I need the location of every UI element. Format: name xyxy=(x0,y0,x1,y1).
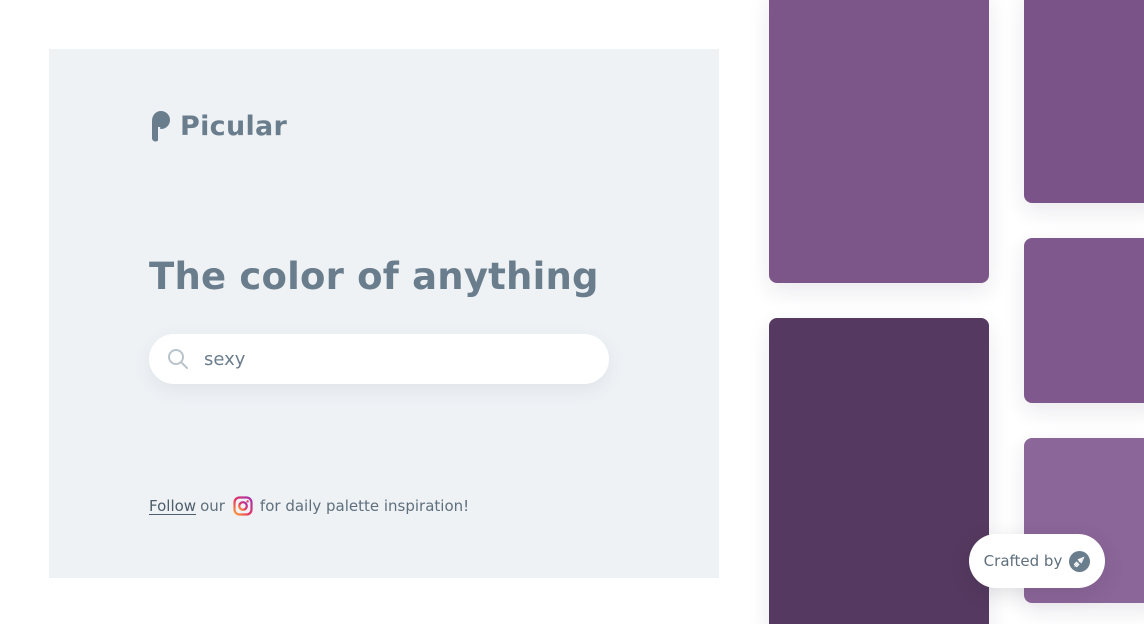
instagram-icon[interactable] xyxy=(233,496,253,516)
hero-panel: Picular The color of anything Follow our xyxy=(49,49,719,578)
page-headline: The color of anything xyxy=(149,255,599,298)
follow-suffix-text: for daily palette inspiration! xyxy=(259,497,470,515)
follow-middle-text: our xyxy=(200,497,225,515)
search-bar[interactable] xyxy=(149,334,609,384)
brand-logo[interactable]: Picular xyxy=(149,109,287,143)
follow-link[interactable]: Follow xyxy=(149,497,196,515)
picular-logo-icon xyxy=(152,111,170,142)
picular-page: Picular The color of anything Follow our xyxy=(0,0,1144,624)
search-icon xyxy=(168,349,188,369)
search-input[interactable] xyxy=(204,348,584,370)
palette-swatch[interactable] xyxy=(769,0,989,283)
brand-name: Picular xyxy=(180,110,288,142)
palette-swatch[interactable] xyxy=(769,318,989,624)
rocket-icon xyxy=(1069,550,1091,572)
palette-swatch[interactable] xyxy=(1024,238,1144,403)
crafted-by-label: Crafted by xyxy=(983,552,1063,570)
crafted-by-badge[interactable]: Crafted by xyxy=(969,534,1105,588)
follow-line: Follow our for daily palette inspiration… xyxy=(149,496,469,516)
palette-swatch[interactable] xyxy=(1024,0,1144,203)
